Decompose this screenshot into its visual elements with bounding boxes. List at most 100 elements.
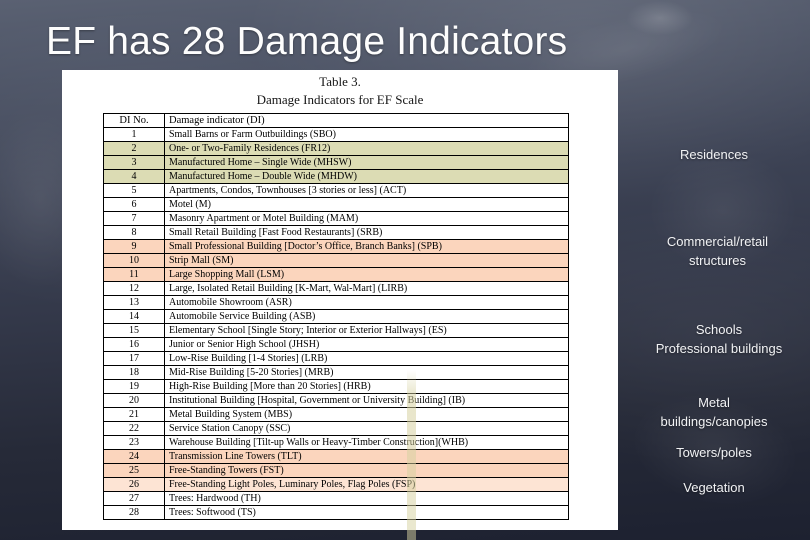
di-number-cell: 17 xyxy=(103,351,165,366)
table-caption-number: Table 3. xyxy=(319,74,361,89)
di-number-cell: 4 xyxy=(103,169,165,184)
di-number-cell: 3 xyxy=(103,155,165,170)
di-description-cell: Junior or Senior High School (JHSH) xyxy=(164,337,569,352)
table-row: 16 Junior or Senior High School (JHSH) xyxy=(103,337,569,352)
table-row: 24 Transmission Line Towers (TLT) xyxy=(103,449,569,464)
di-description-cell: Automobile Service Building (ASB) xyxy=(164,309,569,324)
di-description-cell: Masonry Apartment or Motel Building (MAM… xyxy=(164,211,569,226)
di-number-cell: 10 xyxy=(103,253,165,268)
di-description-cell: Low-Rise Building [1-4 Stories] (LRB) xyxy=(164,351,569,366)
table-row: 27 Trees: Hardwood (TH) xyxy=(103,491,569,506)
di-description-cell: Small Professional Building [Doctor’s Of… xyxy=(164,239,569,254)
di-description-cell: Automobile Showroom (ASR) xyxy=(164,295,569,310)
di-number-cell: 23 xyxy=(103,435,165,450)
di-number-cell: 22 xyxy=(103,421,165,436)
annotation-towers-poles: Towers/poles xyxy=(676,445,752,460)
di-number-cell: 7 xyxy=(103,211,165,226)
table-row: 12 Large, Isolated Retail Building [K-Mar… xyxy=(103,281,569,296)
di-number-cell: 27 xyxy=(103,491,165,506)
table-row: 9 Small Professional Building [Doctor’s O… xyxy=(103,239,569,254)
table-row: 23 Warehouse Building [Tilt-up Walls or H… xyxy=(103,435,569,450)
table-row: 3 Manufactured Home – Single Wide (MHSW) xyxy=(103,155,569,170)
di-description-cell: Small Retail Building [Fast Food Restaur… xyxy=(164,225,569,240)
annotation-commercial-retail: Commercial/retail structures xyxy=(666,234,769,268)
di-description-cell: Free-Standing Towers (FST) xyxy=(164,463,569,478)
di-description-cell: Metal Building System (MBS) xyxy=(164,407,569,422)
di-number-cell: 20 xyxy=(103,393,165,408)
table-row: 18 Mid-Rise Building [5-20 Stories] (MRB) xyxy=(103,365,569,380)
di-number-cell: 5 xyxy=(103,183,165,198)
di-description-cell: Elementary School [Single Story; Interio… xyxy=(164,323,569,338)
table-row: 7 Masonry Apartment or Motel Building (MA… xyxy=(103,211,569,226)
annotation-metal-buildings: Metal buildings/canopies xyxy=(660,395,768,429)
di-number-cell: 19 xyxy=(103,379,165,394)
table-row: 2 One- or Two-Family Residences (FR12) xyxy=(103,141,569,156)
di-number-cell: 8 xyxy=(103,225,165,240)
table-row: 15 Elementary School [Single Story; Inter… xyxy=(103,323,569,338)
table-caption-title: Damage Indicators for EF Scale xyxy=(256,92,424,107)
table-row: 13 Automobile Showroom (ASR) xyxy=(103,295,569,310)
table-row: 5 Apartments, Condos, Townhouses [3 stori… xyxy=(103,183,569,198)
annotation-residences: Residences xyxy=(680,147,748,162)
annotation-schools-professional: Schools Professional buildings xyxy=(655,322,783,356)
table-row: 22 Service Station Canopy (SSC) xyxy=(103,421,569,436)
di-description-cell: Manufactured Home – Double Wide (MHDW) xyxy=(164,169,569,184)
table-row: 10 Strip Mall (SM) xyxy=(103,253,569,268)
di-number-cell: 2 xyxy=(103,141,165,156)
di-number-cell: 9 xyxy=(103,239,165,254)
table-row: 14 Automobile Service Building (ASB) xyxy=(103,309,569,324)
slide-canvas: EF has 28 Damage Indicators Table 3. Dam… xyxy=(0,0,810,540)
table-row: 8 Small Retail Building [Fast Food Restau… xyxy=(103,225,569,240)
table-row: 26 Free-Standing Light Poles, Luminary Po… xyxy=(103,477,569,492)
table-row: 4 Manufactured Home – Double Wide (MHDW) xyxy=(103,169,569,184)
di-description-cell: Service Station Canopy (SSC) xyxy=(164,421,569,436)
table-header-row: DI No. Damage indicator (DI) xyxy=(103,113,569,128)
slide-title: EF has 28 Damage Indicators xyxy=(46,20,568,63)
di-description-cell: High-Rise Building [More than 20 Stories… xyxy=(164,379,569,394)
table-row: 17 Low-Rise Building [1-4 Stories] (LRB) xyxy=(103,351,569,366)
di-description-cell: Warehouse Building [Tilt-up Walls or Hea… xyxy=(164,435,569,450)
di-description-cell: Large, Isolated Retail Building [K-Mart,… xyxy=(164,281,569,296)
table-row: 6 Motel (M) xyxy=(103,197,569,212)
di-description-cell: Trees: Hardwood (TH) xyxy=(164,491,569,506)
table-row: 11 Large Shopping Mall (LSM) xyxy=(103,267,569,282)
table-row: 20 Institutional Building [Hospital, Gove… xyxy=(103,393,569,408)
di-number-cell: 11 xyxy=(103,267,165,282)
di-number-cell: 14 xyxy=(103,309,165,324)
di-number-cell: 18 xyxy=(103,365,165,380)
di-description-cell: Trees: Softwood (TS) xyxy=(164,505,569,520)
di-description-cell: Motel (M) xyxy=(164,197,569,212)
table-row: 25 Free-Standing Towers (FST) xyxy=(103,463,569,478)
di-description-cell: Small Barns or Farm Outbuildings (SBO) xyxy=(164,127,569,142)
table-paper-panel: Table 3. Damage Indicators for EF Scale … xyxy=(62,70,618,540)
di-description-cell: Mid-Rise Building [5-20 Stories] (MRB) xyxy=(164,365,569,380)
damage-indicators-table: DI No. Damage indicator (DI) 1 Small Barns … xyxy=(103,113,569,520)
di-number-cell: 26 xyxy=(103,477,165,492)
di-description-cell: Strip Mall (SM) xyxy=(164,253,569,268)
di-description-cell: Transmission Line Towers (TLT) xyxy=(164,449,569,464)
di-description-cell: One- or Two-Family Residences (FR12) xyxy=(164,141,569,156)
table-body: DI No. Damage indicator (DI) 1 Small Barns … xyxy=(103,113,569,520)
table-row: 21 Metal Building System (MBS) xyxy=(103,407,569,422)
di-number-cell: 1 xyxy=(103,127,165,142)
di-description-cell: Free-Standing Light Poles, Luminary Pole… xyxy=(164,477,569,492)
di-description-cell: Large Shopping Mall (LSM) xyxy=(164,267,569,282)
table-row: 28 Trees: Softwood (TS) xyxy=(103,505,569,520)
di-number-cell: 24 xyxy=(103,449,165,464)
di-description-cell: Manufactured Home – Single Wide (MHSW) xyxy=(164,155,569,170)
di-number-cell: 21 xyxy=(103,407,165,422)
table-row: 19 High-Rise Building [More than 20 Stori… xyxy=(103,379,569,394)
column-header-di: Damage indicator (DI) xyxy=(164,113,569,128)
di-number-cell: 28 xyxy=(103,505,165,520)
di-number-cell: 6 xyxy=(103,197,165,212)
di-number-cell: 13 xyxy=(103,295,165,310)
di-number-cell: 15 xyxy=(103,323,165,338)
annotation-vegetation: Vegetation xyxy=(683,480,745,495)
di-description-cell: Apartments, Condos, Townhouses [3 storie… xyxy=(164,183,569,198)
di-number-cell: 12 xyxy=(103,281,165,296)
di-number-cell: 25 xyxy=(103,463,165,478)
di-number-cell: 16 xyxy=(103,337,165,352)
di-description-cell: Institutional Building [Hospital, Govern… xyxy=(164,393,569,408)
table-row: 1 Small Barns or Farm Outbuildings (SBO) xyxy=(103,127,569,142)
column-header-di-no: DI No. xyxy=(103,113,165,128)
